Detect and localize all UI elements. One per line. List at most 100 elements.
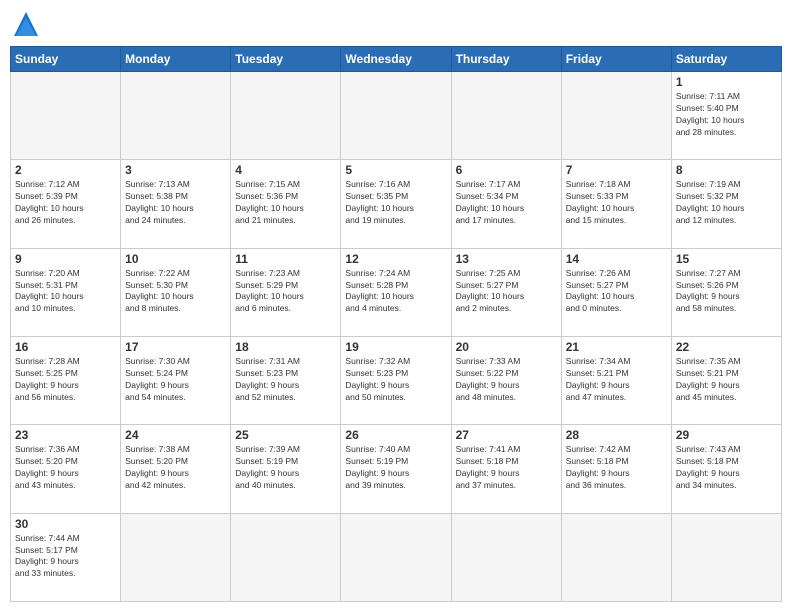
day-number: 18 <box>235 340 336 354</box>
day-info: Sunrise: 7:40 AM Sunset: 5:19 PM Dayligh… <box>345 444 446 492</box>
calendar-cell: 15Sunrise: 7:27 AM Sunset: 5:26 PM Dayli… <box>671 248 781 336</box>
day-info: Sunrise: 7:39 AM Sunset: 5:19 PM Dayligh… <box>235 444 336 492</box>
calendar-cell: 1 Sunrise: 7:11 AM Sunset: 5:40 PM Daylig… <box>671 72 781 160</box>
calendar-cell <box>231 72 341 160</box>
header <box>10 10 782 38</box>
calendar-cell <box>121 72 231 160</box>
day-number: 9 <box>15 252 116 266</box>
day-info: Sunrise: 7:17 AM Sunset: 5:34 PM Dayligh… <box>456 179 557 227</box>
weekday-monday: Monday <box>121 47 231 72</box>
calendar-cell: 19 Sunrise: 7:32 AM Sunset: 5:23 PM Dayli… <box>341 336 451 424</box>
day-number: 1 <box>676 75 777 89</box>
day-number: 27 <box>456 428 557 442</box>
calendar-cell: 18 Sunrise: 7:31 AM Sunset: 5:23 PM Dayli… <box>231 336 341 424</box>
calendar-cell: 2 Sunrise: 7:12 AM Sunset: 5:39 PM Daylig… <box>11 160 121 248</box>
day-number: 5 <box>345 163 446 177</box>
calendar-cell: 16 Sunrise: 7:28 AM Sunset: 5:25 PM Dayli… <box>11 336 121 424</box>
weekday-header-row: SundayMondayTuesdayWednesdayThursdayFrid… <box>11 47 782 72</box>
calendar-cell: 26 Sunrise: 7:40 AM Sunset: 5:19 PM Dayli… <box>341 425 451 513</box>
calendar-cell: 11 Sunrise: 7:23 AM Sunset: 5:29 PM Dayli… <box>231 248 341 336</box>
calendar-cell: 4 Sunrise: 7:15 AM Sunset: 5:36 PM Daylig… <box>231 160 341 248</box>
page: SundayMondayTuesdayWednesdayThursdayFrid… <box>0 0 792 612</box>
calendar-cell: 17Sunrise: 7:30 AM Sunset: 5:24 PM Dayli… <box>121 336 231 424</box>
day-info: Sunrise: 7:43 AM Sunset: 5:18 PM Dayligh… <box>676 444 777 492</box>
day-info: Sunrise: 7:28 AM Sunset: 5:25 PM Dayligh… <box>15 356 116 404</box>
calendar-cell: 3 Sunrise: 7:13 AM Sunset: 5:38 PM Daylig… <box>121 160 231 248</box>
calendar-cell: 23 Sunrise: 7:36 AM Sunset: 5:20 PM Dayli… <box>11 425 121 513</box>
weekday-wednesday: Wednesday <box>341 47 451 72</box>
day-number: 25 <box>235 428 336 442</box>
day-number: 12 <box>345 252 446 266</box>
day-number: 2 <box>15 163 116 177</box>
day-number: 23 <box>15 428 116 442</box>
weekday-friday: Friday <box>561 47 671 72</box>
day-number: 30 <box>15 517 116 531</box>
day-number: 16 <box>15 340 116 354</box>
day-info: Sunrise: 7:25 AM Sunset: 5:27 PM Dayligh… <box>456 268 557 316</box>
weekday-thursday: Thursday <box>451 47 561 72</box>
day-number: 11 <box>235 252 336 266</box>
day-info: Sunrise: 7:31 AM Sunset: 5:23 PM Dayligh… <box>235 356 336 404</box>
calendar-row-5: 23 Sunrise: 7:36 AM Sunset: 5:20 PM Dayli… <box>11 425 782 513</box>
day-number: 22 <box>676 340 777 354</box>
day-info: Sunrise: 7:32 AM Sunset: 5:23 PM Dayligh… <box>345 356 446 404</box>
day-info: Sunrise: 7:13 AM Sunset: 5:38 PM Dayligh… <box>125 179 226 227</box>
day-info: Sunrise: 7:22 AM Sunset: 5:30 PM Dayligh… <box>125 268 226 316</box>
logo <box>10 10 46 38</box>
calendar-cell <box>671 513 781 601</box>
day-number: 14 <box>566 252 667 266</box>
day-info: Sunrise: 7:24 AM Sunset: 5:28 PM Dayligh… <box>345 268 446 316</box>
calendar-cell <box>451 72 561 160</box>
calendar-cell <box>561 513 671 601</box>
weekday-tuesday: Tuesday <box>231 47 341 72</box>
calendar-cell <box>561 72 671 160</box>
calendar-cell: 5 Sunrise: 7:16 AM Sunset: 5:35 PM Daylig… <box>341 160 451 248</box>
calendar-cell: 27 Sunrise: 7:41 AM Sunset: 5:18 PM Dayli… <box>451 425 561 513</box>
day-number: 4 <box>235 163 336 177</box>
day-info: Sunrise: 7:12 AM Sunset: 5:39 PM Dayligh… <box>15 179 116 227</box>
day-number: 3 <box>125 163 226 177</box>
day-info: Sunrise: 7:16 AM Sunset: 5:35 PM Dayligh… <box>345 179 446 227</box>
calendar-cell <box>231 513 341 601</box>
calendar-cell: 8Sunrise: 7:19 AM Sunset: 5:32 PM Daylig… <box>671 160 781 248</box>
calendar-cell: 9 Sunrise: 7:20 AM Sunset: 5:31 PM Daylig… <box>11 248 121 336</box>
day-info: Sunrise: 7:19 AM Sunset: 5:32 PM Dayligh… <box>676 179 777 227</box>
weekday-sunday: Sunday <box>11 47 121 72</box>
calendar-cell: 30 Sunrise: 7:44 AM Sunset: 5:17 PM Dayli… <box>11 513 121 601</box>
day-number: 13 <box>456 252 557 266</box>
day-number: 26 <box>345 428 446 442</box>
day-info: Sunrise: 7:33 AM Sunset: 5:22 PM Dayligh… <box>456 356 557 404</box>
calendar-cell <box>451 513 561 601</box>
calendar-row-4: 16 Sunrise: 7:28 AM Sunset: 5:25 PM Dayli… <box>11 336 782 424</box>
day-info: Sunrise: 7:41 AM Sunset: 5:18 PM Dayligh… <box>456 444 557 492</box>
day-info: Sunrise: 7:15 AM Sunset: 5:36 PM Dayligh… <box>235 179 336 227</box>
day-info: Sunrise: 7:11 AM Sunset: 5:40 PM Dayligh… <box>676 91 777 139</box>
day-info: Sunrise: 7:44 AM Sunset: 5:17 PM Dayligh… <box>15 533 116 581</box>
calendar-row-3: 9 Sunrise: 7:20 AM Sunset: 5:31 PM Daylig… <box>11 248 782 336</box>
day-number: 7 <box>566 163 667 177</box>
logo-icon <box>10 10 42 38</box>
day-info: Sunrise: 7:34 AM Sunset: 5:21 PM Dayligh… <box>566 356 667 404</box>
day-info: Sunrise: 7:18 AM Sunset: 5:33 PM Dayligh… <box>566 179 667 227</box>
day-info: Sunrise: 7:42 AM Sunset: 5:18 PM Dayligh… <box>566 444 667 492</box>
calendar-cell: 24Sunrise: 7:38 AM Sunset: 5:20 PM Dayli… <box>121 425 231 513</box>
calendar-cell: 29 Sunrise: 7:43 AM Sunset: 5:18 PM Dayli… <box>671 425 781 513</box>
day-info: Sunrise: 7:27 AM Sunset: 5:26 PM Dayligh… <box>676 268 777 316</box>
calendar-cell: 21Sunrise: 7:34 AM Sunset: 5:21 PM Dayli… <box>561 336 671 424</box>
day-info: Sunrise: 7:36 AM Sunset: 5:20 PM Dayligh… <box>15 444 116 492</box>
day-number: 17 <box>125 340 226 354</box>
day-number: 29 <box>676 428 777 442</box>
day-number: 19 <box>345 340 446 354</box>
calendar-cell: 14 Sunrise: 7:26 AM Sunset: 5:27 PM Dayli… <box>561 248 671 336</box>
day-info: Sunrise: 7:38 AM Sunset: 5:20 PM Dayligh… <box>125 444 226 492</box>
day-info: Sunrise: 7:26 AM Sunset: 5:27 PM Dayligh… <box>566 268 667 316</box>
calendar-cell <box>341 513 451 601</box>
day-info: Sunrise: 7:20 AM Sunset: 5:31 PM Dayligh… <box>15 268 116 316</box>
day-info: Sunrise: 7:23 AM Sunset: 5:29 PM Dayligh… <box>235 268 336 316</box>
calendar-cell <box>121 513 231 601</box>
day-info: Sunrise: 7:35 AM Sunset: 5:21 PM Dayligh… <box>676 356 777 404</box>
calendar-cell: 7 Sunrise: 7:18 AM Sunset: 5:33 PM Daylig… <box>561 160 671 248</box>
day-number: 6 <box>456 163 557 177</box>
day-number: 10 <box>125 252 226 266</box>
calendar: SundayMondayTuesdayWednesdayThursdayFrid… <box>10 46 782 602</box>
